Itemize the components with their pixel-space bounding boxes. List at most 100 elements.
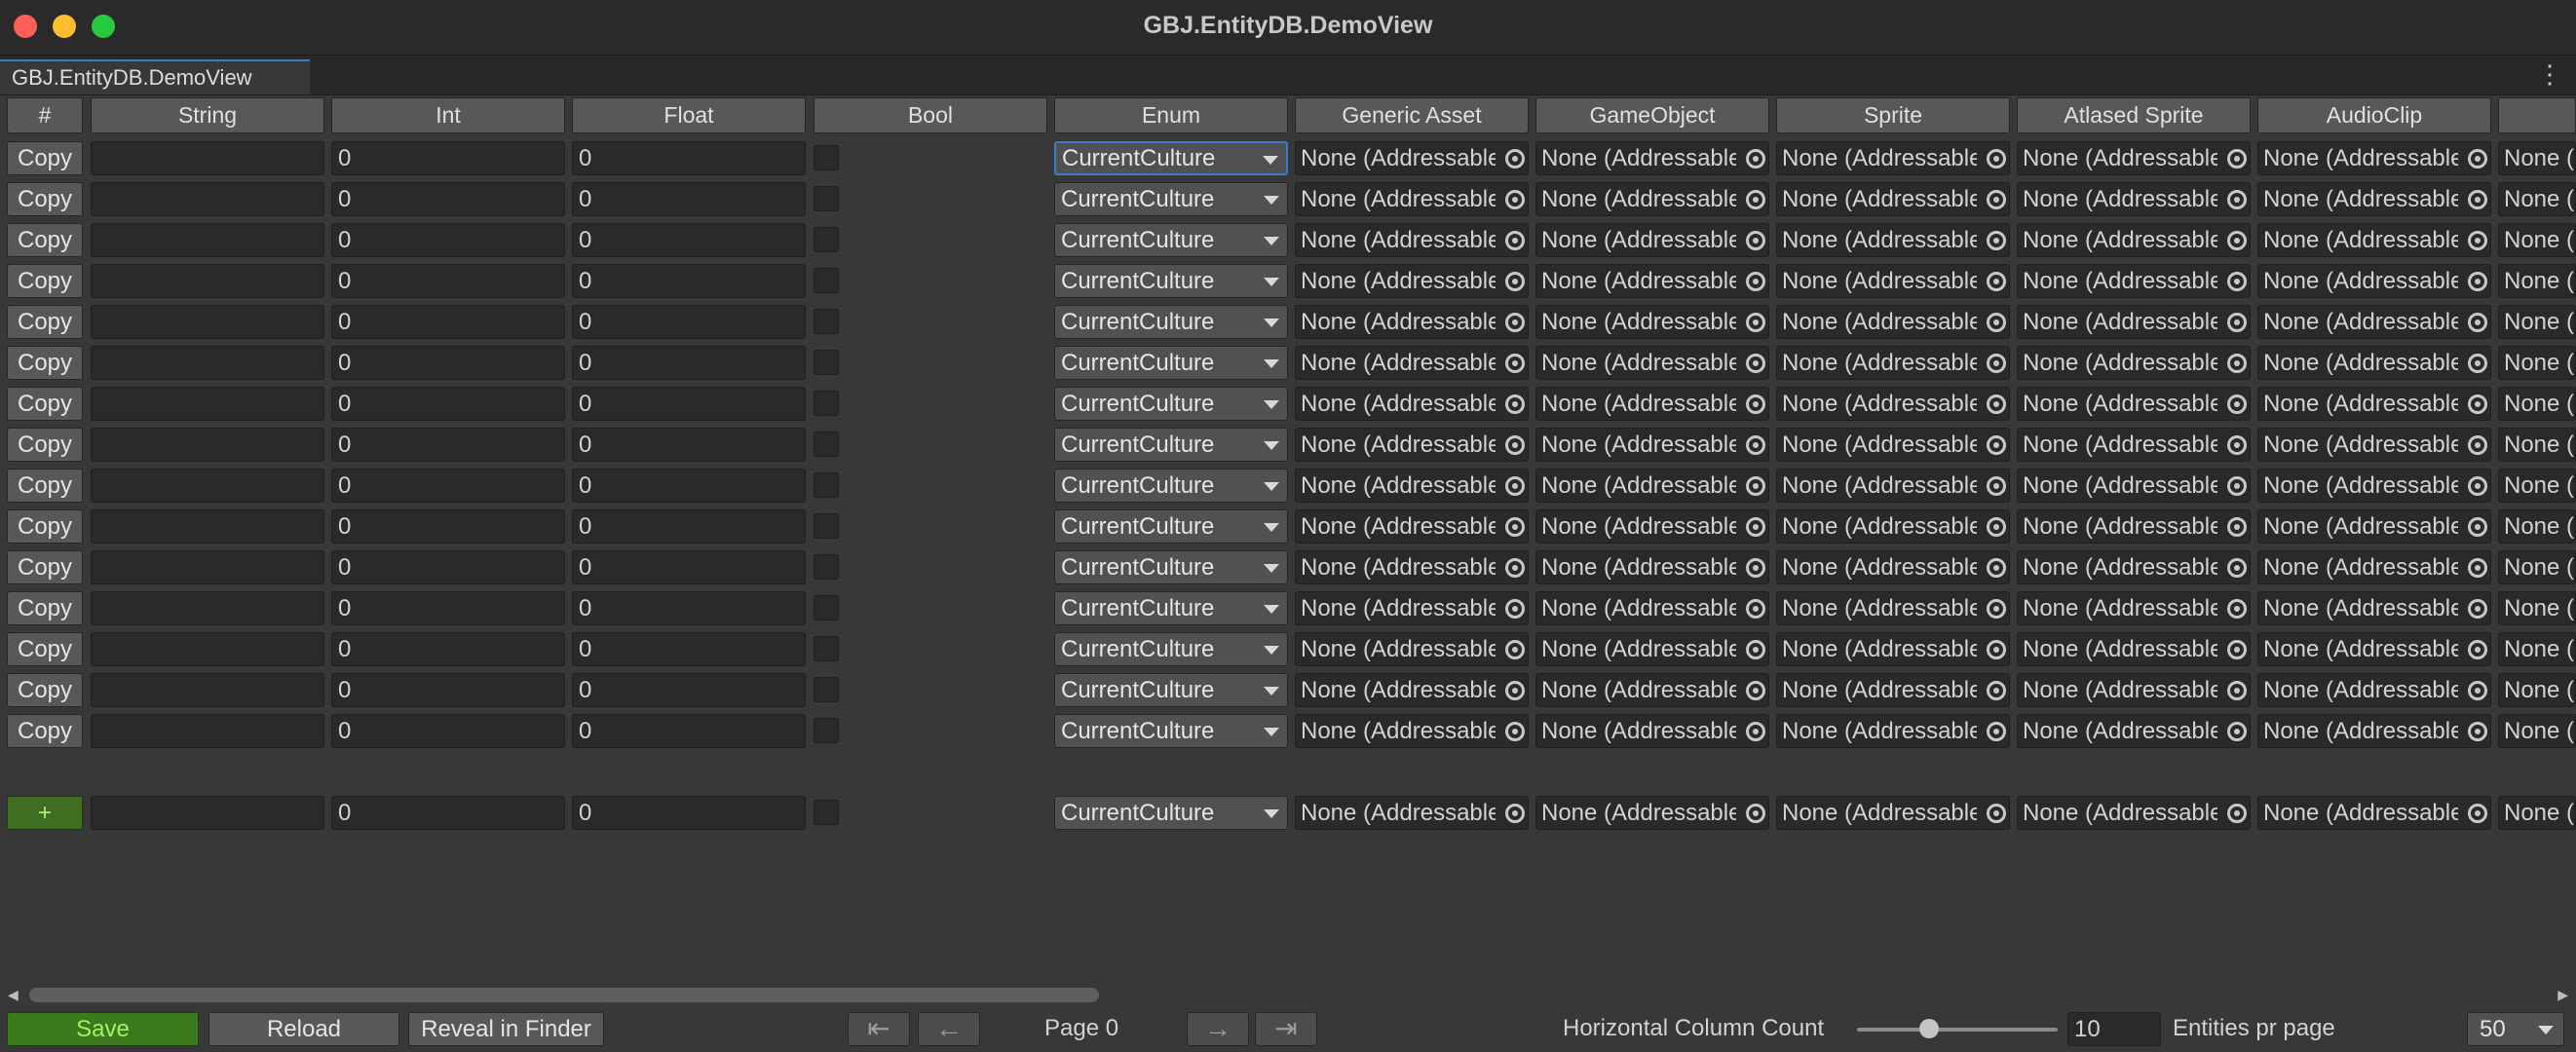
float-field[interactable]: 0 xyxy=(572,591,806,625)
string-field[interactable] xyxy=(91,632,324,666)
int-field[interactable]: 0 xyxy=(331,796,565,830)
object-picker-icon[interactable] xyxy=(2468,681,2487,700)
object-picker-icon[interactable] xyxy=(2468,558,2487,578)
copy-button[interactable]: Copy xyxy=(7,387,83,421)
float-field[interactable]: 0 xyxy=(572,223,806,257)
object-picker-icon[interactable] xyxy=(2468,476,2487,496)
enum-dropdown[interactable]: CurrentCulture xyxy=(1054,796,1288,830)
copy-button[interactable]: Copy xyxy=(7,223,83,257)
enum-dropdown[interactable]: CurrentCulture xyxy=(1054,387,1288,421)
addressable-asset-field[interactable]: None (Addressable xyxy=(1295,632,1529,666)
addressable-asset-field[interactable]: None (Addressable xyxy=(1535,509,1769,544)
object-picker-icon[interactable] xyxy=(2468,804,2487,823)
addressable-asset-field[interactable]: None (Addressable xyxy=(1776,469,2010,503)
addressable-asset-field-partial[interactable]: None ( xyxy=(2498,509,2576,544)
column-header[interactable]: Atlased Sprite xyxy=(2017,97,2251,133)
object-picker-icon[interactable] xyxy=(2227,313,2247,332)
column-header[interactable]: Sprite xyxy=(1776,97,2010,133)
enum-dropdown[interactable]: CurrentCulture xyxy=(1054,550,1288,584)
addressable-asset-field-partial[interactable]: None ( xyxy=(2498,182,2576,216)
addressable-asset-field[interactable]: None (Addressable xyxy=(2257,223,2491,257)
addressable-asset-field[interactable]: None (Addressable xyxy=(2257,305,2491,339)
object-picker-icon[interactable] xyxy=(1746,599,1765,619)
int-field[interactable]: 0 xyxy=(331,182,565,216)
copy-button[interactable]: Copy xyxy=(7,182,83,216)
addressable-asset-field[interactable]: None (Addressable xyxy=(1295,223,1529,257)
addressable-asset-field[interactable]: None (Addressable xyxy=(2017,182,2251,216)
bool-checkbox[interactable] xyxy=(814,677,839,702)
enum-dropdown[interactable]: CurrentCulture xyxy=(1054,673,1288,707)
object-picker-icon[interactable] xyxy=(1746,231,1765,250)
int-field[interactable]: 0 xyxy=(331,223,565,257)
addressable-asset-field[interactable]: None (Addressable xyxy=(2257,387,2491,421)
reload-button[interactable]: Reload xyxy=(208,1012,399,1046)
bool-checkbox[interactable] xyxy=(814,309,839,334)
copy-button[interactable]: Copy xyxy=(7,428,83,462)
object-picker-icon[interactable] xyxy=(1746,394,1765,414)
column-count-slider-knob[interactable] xyxy=(1919,1019,1939,1038)
addressable-asset-field[interactable]: None (Addressable xyxy=(1776,305,2010,339)
object-picker-icon[interactable] xyxy=(1746,313,1765,332)
column-header[interactable]: Enum xyxy=(1054,97,1288,133)
bool-checkbox[interactable] xyxy=(814,472,839,498)
addressable-asset-field[interactable]: None (Addressable xyxy=(1295,182,1529,216)
object-picker-icon[interactable] xyxy=(1746,681,1765,700)
addressable-asset-field[interactable]: None (Addressable xyxy=(2257,182,2491,216)
addressable-asset-field[interactable]: None (Addressable xyxy=(2017,428,2251,462)
column-count-input[interactable]: 10 xyxy=(2067,1012,2161,1046)
addressable-asset-field[interactable]: None (Addressable xyxy=(2017,264,2251,298)
object-picker-icon[interactable] xyxy=(2468,272,2487,291)
int-field[interactable]: 0 xyxy=(331,346,565,380)
int-field[interactable]: 0 xyxy=(331,305,565,339)
column-header[interactable]: String xyxy=(91,97,324,133)
string-field[interactable] xyxy=(91,469,324,503)
add-entity-button[interactable]: + xyxy=(7,796,83,830)
addressable-asset-field[interactable]: None (Addressable xyxy=(2257,632,2491,666)
object-picker-icon[interactable] xyxy=(1505,640,1525,659)
enum-dropdown[interactable]: CurrentCulture xyxy=(1054,591,1288,625)
object-picker-icon[interactable] xyxy=(2468,599,2487,619)
addressable-asset-field[interactable]: None (Addressable xyxy=(1776,591,2010,625)
object-picker-icon[interactable] xyxy=(2227,640,2247,659)
object-picker-icon[interactable] xyxy=(1746,435,1765,455)
object-picker-icon[interactable] xyxy=(1746,190,1765,209)
float-field[interactable]: 0 xyxy=(572,346,806,380)
addressable-asset-field[interactable]: None (Addressable xyxy=(1535,346,1769,380)
object-picker-icon[interactable] xyxy=(2227,190,2247,209)
addressable-asset-field-partial[interactable]: None ( xyxy=(2498,591,2576,625)
string-field[interactable] xyxy=(91,305,324,339)
object-picker-icon[interactable] xyxy=(1746,354,1765,373)
addressable-asset-field[interactable]: None (Addressable xyxy=(2017,714,2251,748)
object-picker-icon[interactable] xyxy=(1987,599,2006,619)
first-page-button[interactable]: ⇤ xyxy=(848,1012,910,1046)
bool-checkbox[interactable] xyxy=(814,268,839,293)
bool-checkbox[interactable] xyxy=(814,554,839,580)
string-field[interactable] xyxy=(91,428,324,462)
object-picker-icon[interactable] xyxy=(2468,190,2487,209)
addressable-asset-field[interactable]: None (Addressable xyxy=(1776,632,2010,666)
addressable-asset-field[interactable]: None (Addressable xyxy=(1535,714,1769,748)
addressable-asset-field-partial[interactable]: None ( xyxy=(2498,673,2576,707)
object-picker-icon[interactable] xyxy=(2227,354,2247,373)
addressable-asset-field[interactable]: None (Addressable xyxy=(2017,141,2251,175)
addressable-asset-field-partial[interactable]: None ( xyxy=(2498,305,2576,339)
addressable-asset-field[interactable]: None (Addressable xyxy=(2017,305,2251,339)
enum-dropdown[interactable]: CurrentCulture xyxy=(1054,469,1288,503)
scroll-left-icon[interactable]: ◀ xyxy=(8,987,19,1003)
copy-button[interactable]: Copy xyxy=(7,469,83,503)
addressable-asset-field[interactable]: None (Addressable xyxy=(1295,550,1529,584)
addressable-asset-field[interactable]: None (Addressable xyxy=(2017,550,2251,584)
object-picker-icon[interactable] xyxy=(2227,517,2247,537)
object-picker-icon[interactable] xyxy=(1746,149,1765,169)
object-picker-icon[interactable] xyxy=(1987,231,2006,250)
addressable-asset-field-partial[interactable]: None ( xyxy=(2498,796,2576,830)
addressable-asset-field[interactable]: None (Addressable xyxy=(2017,796,2251,830)
object-picker-icon[interactable] xyxy=(1505,681,1525,700)
addressable-asset-field[interactable]: None (Addressable xyxy=(2017,509,2251,544)
bool-checkbox[interactable] xyxy=(814,513,839,539)
object-picker-icon[interactable] xyxy=(1505,313,1525,332)
int-field[interactable]: 0 xyxy=(331,550,565,584)
enum-dropdown[interactable]: CurrentCulture xyxy=(1054,346,1288,380)
next-page-button[interactable]: → xyxy=(1187,1012,1249,1046)
addressable-asset-field-partial[interactable]: None ( xyxy=(2498,223,2576,257)
